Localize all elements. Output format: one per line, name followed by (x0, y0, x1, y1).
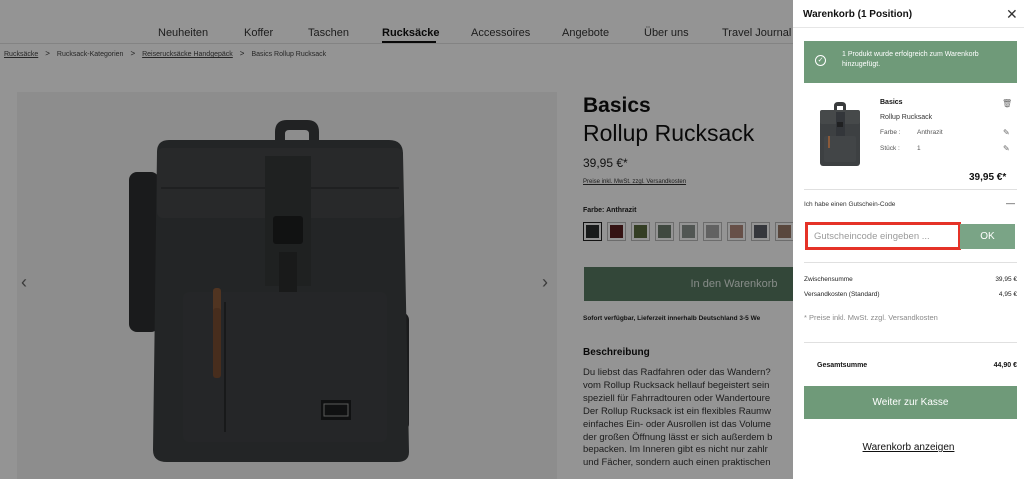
cart-item-name[interactable]: Rollup Rucksack (880, 114, 932, 121)
cart-item-qty-row: Stück : 1 (880, 145, 921, 152)
trash-icon[interactable]: 🗑 (1002, 99, 1012, 108)
shipping-row: Versandkosten (Standard) 4,95 € (804, 291, 1017, 298)
collapse-minus-icon[interactable]: — (1006, 198, 1015, 208)
modal-backdrop[interactable] (0, 0, 793, 479)
divider (804, 189, 1017, 190)
color-value: Anthrazit (917, 129, 943, 136)
check-circle-icon: ✓ (815, 55, 826, 66)
cart-item-price: 39,95 €* (969, 172, 1007, 183)
close-icon[interactable]: ✕ (1006, 6, 1018, 23)
cart-item-image[interactable] (812, 100, 867, 170)
edit-qty-pencil-icon[interactable]: ✎ (1003, 144, 1010, 153)
voucher-code-input[interactable] (805, 222, 961, 250)
total-label: Gesamtsumme (817, 362, 868, 369)
cart-title: Warenkorb (1 Position) (803, 9, 913, 20)
tax-note: * Preise inkl. MwSt. zzgl. Versandkosten (804, 313, 938, 322)
qty-value: 1 (917, 145, 921, 152)
color-label: Farbe : (880, 129, 901, 136)
subtotal-label: Zwischensumme (804, 276, 853, 283)
voucher-toggle-label[interactable]: Ich habe einen Gutschein-Code (804, 201, 895, 208)
drawer-divider (793, 27, 1024, 28)
edit-color-pencil-icon[interactable]: ✎ (1003, 128, 1010, 137)
shipping-value: 4,95 € (998, 291, 1017, 298)
cart-item-color-row: Farbe : Anthrazit (880, 129, 943, 136)
subtotal-value: 39,95 € (995, 276, 1017, 283)
subtotal-row: Zwischensumme 39,95 € (804, 276, 1017, 283)
shipping-label: Versandkosten (Standard) (804, 291, 880, 298)
success-notice: ✓ 1 Produkt wurde erfolgreich zum Warenk… (804, 41, 1017, 83)
notice-text: 1 Produkt wurde erfolgreich zum Warenkor… (842, 51, 979, 68)
cart-item-brand[interactable]: Basics (880, 99, 903, 106)
divider (804, 342, 1017, 343)
total-row: Gesamtsumme 44,90 € (817, 362, 1017, 369)
divider (804, 262, 1017, 263)
checkout-button[interactable]: Weiter zur Kasse (804, 386, 1017, 419)
cart-drawer: Warenkorb (1 Position) ✕ ✓ 1 Produkt wur… (793, 0, 1024, 479)
total-value: 44,90 € (993, 362, 1017, 369)
view-cart-link[interactable]: Warenkorb anzeigen (793, 442, 1024, 453)
qty-label: Stück : (880, 145, 900, 152)
voucher-ok-button[interactable]: OK (960, 224, 1015, 249)
